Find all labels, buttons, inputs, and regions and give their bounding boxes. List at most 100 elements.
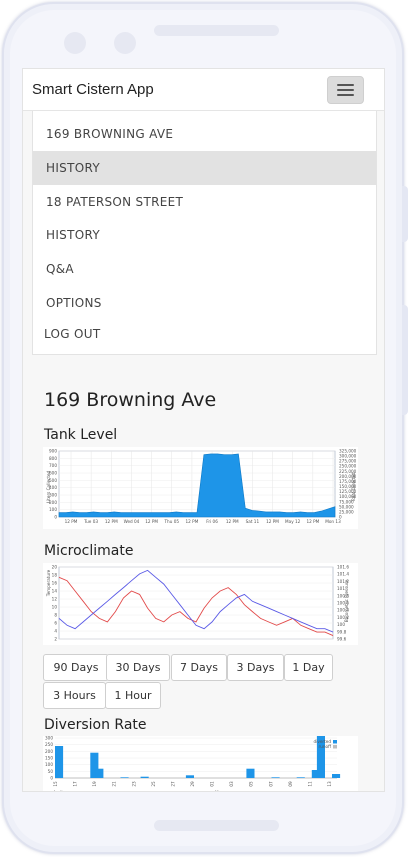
micro-y-tick: 8 <box>54 613 57 618</box>
div-x-tick: 13 <box>327 781 332 787</box>
legend-runoff-label: runoff <box>319 744 332 749</box>
menu-item-169-browning-ave[interactable]: 169 BROWNING AVE <box>33 117 376 151</box>
div-x-tick: 21 <box>112 781 117 787</box>
micro-y2-tick: 101.4 <box>337 572 349 577</box>
div-x-tick: 05 <box>249 781 254 787</box>
tank-x-tick: Sat 11 <box>246 519 260 524</box>
tank-y-tick: 800 <box>49 456 57 461</box>
page-title: 169 Browning Ave <box>44 389 217 411</box>
div-y-tick: 50 <box>48 769 54 774</box>
tank-x-tick: 12 PM <box>306 519 319 524</box>
diverted-bar <box>95 768 104 778</box>
div-x-tick: 27 <box>170 781 175 787</box>
tank-x-tick: 12 PM <box>226 519 239 524</box>
div-x-tick: 01 <box>210 781 215 787</box>
tank-x-tick: May 12 <box>285 519 301 524</box>
range-1-day-button[interactable]: 1 Day <box>284 654 333 681</box>
micro-y2-tick: 99.8 <box>337 629 347 634</box>
tank-y-tick: 100 <box>49 507 57 512</box>
diverted-bar <box>271 777 280 778</box>
micro-y-tick: 10 <box>52 605 58 610</box>
tank-x-tick: Mon 13 <box>325 519 341 524</box>
div-x-tick: 03 <box>229 781 234 787</box>
microclimate-title: Microclimate <box>44 543 134 559</box>
nav-menu: 169 BROWNING AVE HISTORY 18 PATERSON STR… <box>32 111 377 355</box>
diverted-bar <box>55 746 64 778</box>
menu-icon-bar <box>337 84 354 86</box>
speaker-grille <box>154 25 279 36</box>
menu-item-18-paterson-street[interactable]: 18 PATERSON STREET <box>33 185 376 219</box>
tank-x-tick: Wed 04 <box>124 519 140 524</box>
tank-x-tick: 12 PM <box>186 519 199 524</box>
diverted-bar <box>140 776 149 778</box>
menu-icon-bar <box>337 94 354 96</box>
tank-y-tick: 700 <box>49 463 57 468</box>
div-x-tick: 23 <box>131 781 136 787</box>
micro-y-tick: 20 <box>52 565 58 570</box>
micro-y2-tick: 101.6 <box>337 565 349 570</box>
range-1-hour-button[interactable]: 1 Hour <box>105 682 161 709</box>
range-7-days-button[interactable]: 7 Days <box>171 654 227 681</box>
legend-diverted-swatch <box>333 740 337 744</box>
range-3-days-button[interactable]: 3 Days <box>227 654 284 681</box>
div-x-tick: 11 <box>307 781 312 787</box>
menu-item-qa[interactable]: Q&A <box>33 252 376 286</box>
app-title[interactable]: Smart Cistern App <box>32 81 154 98</box>
micro-y-tick: 18 <box>52 573 58 578</box>
micro-y-tick: 2 <box>54 637 57 642</box>
tank-x-tick: 12 PM <box>145 519 158 524</box>
power-button <box>402 305 408 415</box>
tank-x-tick: Fri 06 <box>206 519 218 524</box>
range-3-hours-button[interactable]: 3 Hours <box>43 682 106 709</box>
micro-y-tick: 16 <box>52 581 58 586</box>
tank-level-svg: 9008007006005004003002001000325,000300,0… <box>46 449 357 525</box>
div-x-subtick: May <box>215 790 224 792</box>
tank-level-chart[interactable]: 900 800 700 600 500 400 300 200 100 0 325,000 300,0… <box>43 447 358 529</box>
micro-y-tick: 14 <box>52 589 58 594</box>
hamburger-menu-button[interactable] <box>327 76 364 104</box>
div-x-tick: 25 <box>151 781 156 787</box>
diversion-rate-chart[interactable]: 300 250 200 150 100 50 0 15 17 19 21 23 25 27 29 01 03 05… <box>43 736 358 792</box>
tank-y-tick: 0 <box>54 515 57 520</box>
microclimate-chart[interactable]: 20 18 16 14 12 10 8 6 4 2 101.6 101.4 101.2 101 100.8 1… <box>43 563 358 645</box>
micro-y-tick: 6 <box>54 621 57 626</box>
volume-button <box>402 186 408 242</box>
menu-item-history[interactable]: HISTORY <box>33 218 376 252</box>
div-x-tick: 07 <box>268 781 273 787</box>
micro-y2-tick: 99.6 <box>337 637 347 642</box>
div-y-tick: 0 <box>50 776 53 781</box>
div-y-tick: 300 <box>45 736 53 741</box>
tank-level-title: Tank Level <box>44 427 118 443</box>
div-y-tick: 150 <box>45 756 53 761</box>
div-y-tick: 250 <box>45 742 53 747</box>
div-x-tick: 19 <box>92 781 97 787</box>
range-90-days-button[interactable]: 90 Days <box>43 654 109 681</box>
div-x-tick: 17 <box>73 781 78 787</box>
micro-y2-axis-label: Barometric Pressure <box>344 579 349 622</box>
menu-item-options[interactable]: OPTIONS <box>33 286 376 320</box>
div-y-tick: 200 <box>45 749 53 754</box>
tank-y-axis-label: Liters Collected <box>46 470 51 503</box>
diverted-bar <box>120 777 129 778</box>
menu-item-history-active[interactable]: HISTORY <box>33 151 376 185</box>
diverted-bar <box>246 768 255 778</box>
div-x-tick: 29 <box>190 781 195 787</box>
camera-icon <box>64 32 86 54</box>
diversion-rate-title: Diversion Rate <box>44 717 147 733</box>
tank-y-tick: 900 <box>49 449 57 454</box>
diverted-bar <box>185 775 194 778</box>
tank-x-tick: 12 PM <box>266 519 279 524</box>
home-indicator <box>154 820 279 831</box>
div-x-tick: 15 <box>53 781 58 787</box>
micro-y-tick: 12 <box>52 597 58 602</box>
menu-item-log-out[interactable]: LOG OUT <box>33 317 376 351</box>
legend-runoff-swatch <box>333 745 337 749</box>
tank-x-tick: Thu 05 <box>164 519 180 524</box>
tank-y2-axis-label: Total Diverted <box>351 472 356 502</box>
range-30-days-button[interactable]: 30 Days <box>106 654 170 681</box>
app-screen: Smart Cistern App 169 BROWNING AVE HISTO… <box>22 68 385 792</box>
div-y-tick: 100 <box>45 762 53 767</box>
microclimate-svg: 2018161412108642101.6101.4101.2101100.81… <box>46 565 349 642</box>
micro-y-tick: 4 <box>54 629 57 634</box>
menu-icon-bar <box>337 89 354 91</box>
